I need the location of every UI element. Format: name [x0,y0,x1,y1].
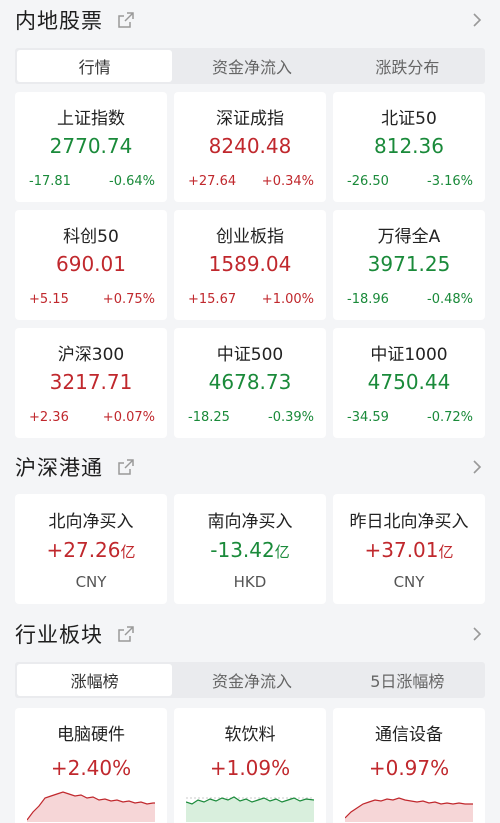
sector-name: 通信设备 [375,725,443,745]
index-card[interactable]: 创业板指 1589.04 +15.67 +1.00% [174,210,326,320]
index-card[interactable]: 中证500 4678.73 -18.25 -0.39% [174,328,326,438]
section-title-connect: 沪深港通 [15,456,103,480]
index-name: 北证50 [381,109,437,129]
index-pct: +0.75% [102,292,155,307]
index-change: -17.81 [29,174,71,189]
flow-amount: +27.26 [46,538,121,562]
flow-value: -13.42亿 [174,538,326,562]
index-change: +15.67 [188,292,237,307]
index-value: 690.01 [56,252,126,276]
index-value: 3217.71 [49,370,133,394]
sector-card[interactable]: 通信设备 +0.97% [333,708,485,823]
share-icon[interactable] [117,625,135,643]
flow-currency: CNY [393,573,425,591]
flow-unit: 亿 [120,543,136,561]
sector-card[interactable]: 电脑硬件 +2.40% [15,708,167,823]
index-card[interactable]: 科创50 690.01 +5.15 +0.75% [15,210,167,320]
flow-unit: 亿 [274,543,290,561]
index-change: -18.25 [188,410,230,425]
flow-value: +37.01亿 [333,538,485,562]
index-name: 沪深300 [57,345,125,365]
index-card[interactable]: 北证50 812.36 -26.50 -3.16% [333,92,485,202]
index-pct: +1.00% [261,292,314,307]
flow-card[interactable]: 北向净买入 +27.26亿 CNY [15,494,167,604]
sector-sparkline [345,797,473,822]
section-title-sectors: 行业板块 [15,623,103,647]
index-pct: -0.48% [427,292,473,307]
index-card[interactable]: 上证指数 2770.74 -17.81 -0.64% [15,92,167,202]
index-pct: +0.07% [102,410,155,425]
index-pct: -3.16% [427,174,473,189]
connect-header: 沪深港通 [0,447,500,487]
index-value: 812.36 [374,134,444,158]
index-change: -26.50 [347,174,389,189]
index-pct: -0.64% [109,174,155,189]
tab-5day-gainers[interactable]: 5日涨幅榜 [330,662,485,698]
tab-gainers[interactable]: 涨幅榜 [17,664,173,696]
index-change: +5.15 [29,292,69,307]
flow-currency: CNY [75,573,107,591]
index-value: 1589.04 [208,252,292,276]
index-card[interactable]: 沪深300 3217.71 +2.36 +0.07% [15,328,167,438]
sector-name: 软饮料 [224,725,276,745]
index-card[interactable]: 中证1000 4750.44 -34.59 -0.72% [333,328,485,438]
mainland-tabs: 行情 资金净流入 涨跌分布 [15,48,485,84]
chevron-right-icon[interactable] [470,459,484,475]
sector-name: 电脑硬件 [57,725,125,745]
index-value: 4750.44 [367,370,451,394]
index-value: 4678.73 [208,370,292,394]
chevron-right-icon[interactable] [470,626,484,642]
index-change: +2.36 [29,410,69,425]
flow-currency: HKD [233,573,267,591]
flow-value: +27.26亿 [15,538,167,562]
index-pct: -0.72% [427,410,473,425]
index-card[interactable]: 万得全A 3971.25 -18.96 -0.48% [333,210,485,320]
index-change: -18.96 [347,292,389,307]
sector-pct: +1.09% [209,756,291,780]
share-icon[interactable] [117,458,135,476]
flow-unit: 亿 [438,543,454,561]
sector-pct: +2.40% [50,756,132,780]
sectors-header: 行业板块 [0,614,500,654]
flow-amount: -13.42 [210,538,275,562]
tab-net-inflow[interactable]: 资金净流入 [174,48,329,84]
index-value: 3971.25 [367,252,451,276]
index-change: -34.59 [347,410,389,425]
index-name: 科创50 [63,227,119,247]
index-pct: +0.34% [261,174,314,189]
index-name: 中证500 [216,345,284,365]
flow-name: 南向净买入 [207,512,293,532]
index-value: 2770.74 [49,134,133,158]
index-value: 8240.48 [208,134,292,158]
index-pct: -0.39% [268,410,314,425]
tab-distribution[interactable]: 涨跌分布 [330,48,485,84]
index-name: 深证成指 [216,109,284,129]
index-name: 创业板指 [216,227,284,247]
flow-name: 北向净买入 [48,512,134,532]
sectors-tabs: 涨幅榜 资金净流入 5日涨幅榜 [15,662,485,698]
sector-card[interactable]: 软饮料 +1.09% [174,708,326,823]
index-name: 上证指数 [57,109,125,129]
index-name: 万得全A [377,227,441,247]
sector-pct: +0.97% [368,756,450,780]
flow-card[interactable]: 南向净买入 -13.42亿 HKD [174,494,326,604]
tab-quotes[interactable]: 行情 [17,50,173,82]
section-title-mainland: 内地股票 [15,9,103,33]
index-card[interactable]: 深证成指 8240.48 +27.64 +0.34% [174,92,326,202]
flow-card[interactable]: 昨日北向净买入 +37.01亿 CNY [333,494,485,604]
tab-sector-inflow[interactable]: 资金净流入 [174,662,329,698]
sector-sparkline [27,791,155,822]
flow-amount: +37.01 [364,538,439,562]
share-icon[interactable] [117,11,135,29]
chevron-right-icon[interactable] [470,12,484,28]
flow-name: 昨日北向净买入 [349,512,469,532]
index-name: 中证1000 [370,345,448,365]
sector-sparkline [186,796,314,822]
mainland-header: 内地股票 [0,0,500,40]
index-change: +27.64 [188,174,237,189]
